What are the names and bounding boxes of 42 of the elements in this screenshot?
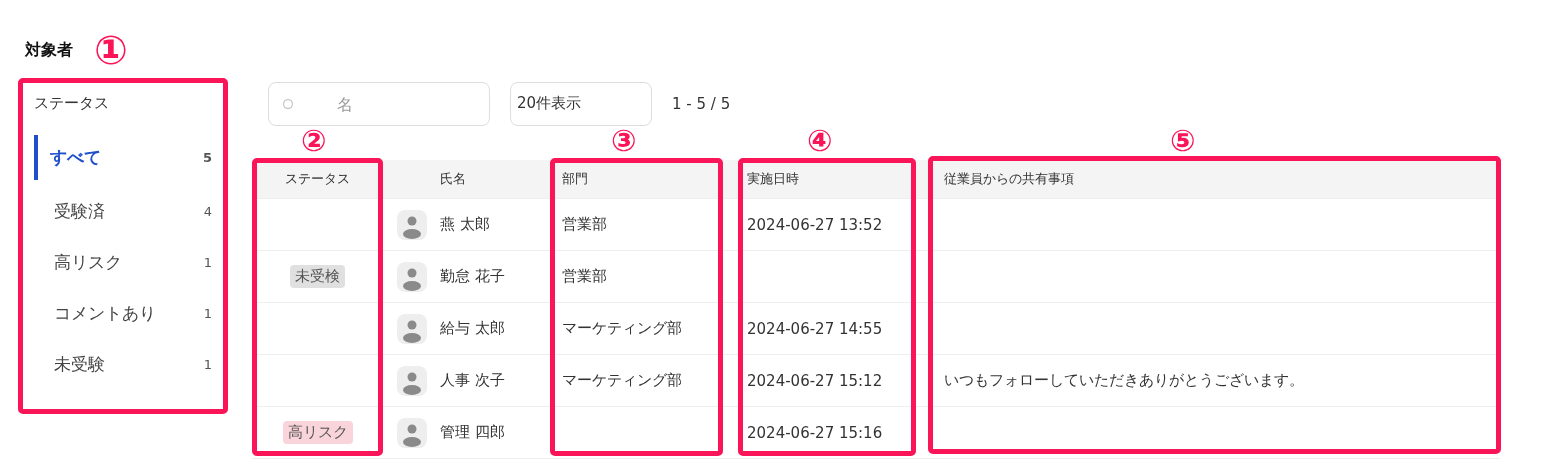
employee-name: 管理 四郎 [440, 423, 505, 442]
department: マーケティング部 [562, 319, 682, 338]
test-date: 2024-06-27 15:12 [747, 371, 883, 390]
test-date: 2024-06-27 15:16 [747, 423, 883, 442]
department: マーケティング部 [562, 371, 682, 390]
filter-item[interactable]: すべて 5 [34, 135, 212, 180]
department: 営業部 [562, 215, 607, 234]
test-date: 2024-06-27 14:55 [747, 319, 883, 338]
employee-comment: いつもフォローしていただきありがとうございます。 [944, 371, 1304, 390]
test-date: 2024-06-27 13:52 [747, 215, 883, 234]
page-size-select[interactable]: 20件表示 [510, 82, 652, 126]
filter-heading: ステータス [33, 94, 110, 113]
filter-item[interactable]: 未受験 1 [34, 339, 212, 390]
employee-name: 勤怠 花子 [440, 267, 505, 286]
employee-name: 人事 次子 [440, 371, 505, 390]
callout-number: ③ [611, 125, 637, 157]
callout-number: ① [94, 26, 128, 74]
section-title: 対象者 [25, 40, 73, 61]
status-badge: 未受検 [290, 265, 345, 288]
callout-number: ④ [807, 125, 833, 157]
callout-number: ⑤ [1170, 125, 1196, 157]
employee-name: 給与 太郎 [440, 319, 505, 338]
column-header: ステータス [285, 170, 350, 188]
avatar-icon [396, 261, 427, 292]
avatar-icon [396, 365, 427, 396]
filter-item[interactable]: 高リスク 1 [34, 237, 212, 288]
department: 営業部 [562, 267, 607, 286]
filter-item[interactable]: 受験済 4 [34, 186, 212, 237]
column-header: 部門 [562, 170, 588, 188]
avatar-icon [396, 313, 427, 344]
employee-name: 燕 太郎 [440, 215, 490, 234]
column-header: 従業員からの共有事項 [944, 170, 1074, 188]
search-field[interactable]: 名 [268, 82, 490, 126]
avatar-icon [396, 417, 427, 448]
search-icon [282, 98, 294, 110]
column-header: 氏名 [440, 170, 466, 188]
callout-number: ② [301, 125, 327, 157]
column-header: 実施日時 [747, 170, 799, 188]
status-badge: 高リスク [282, 421, 353, 444]
avatar-icon [396, 209, 427, 240]
page-range: 1 - 5 / 5 [672, 95, 731, 113]
filter-item[interactable]: コメントあり 1 [34, 288, 212, 339]
